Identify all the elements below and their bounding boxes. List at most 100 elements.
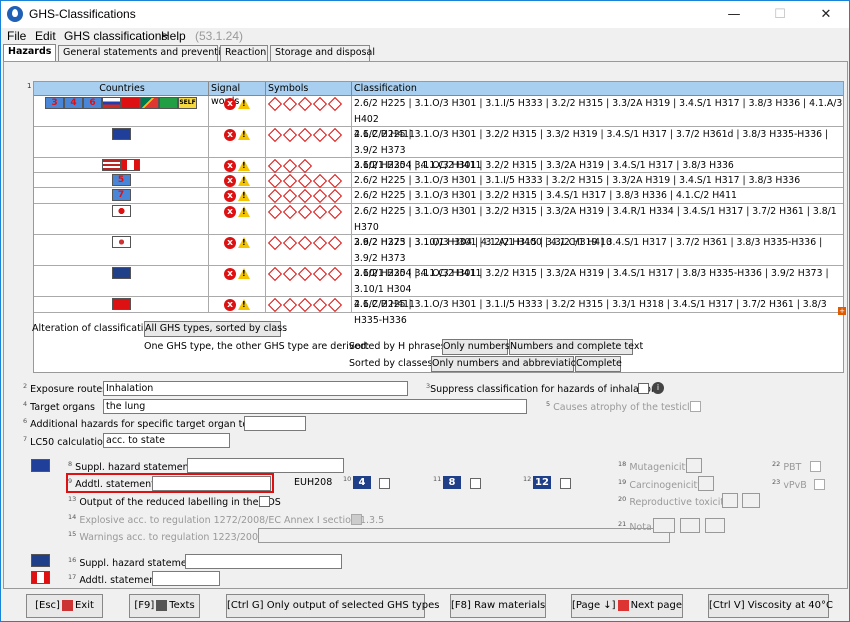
hazard-pictogram-icon	[282, 266, 298, 282]
texts-button[interactable]: [F9] Texts	[129, 594, 200, 618]
pbt-checkbox[interactable]	[810, 461, 821, 472]
numbers-abbreviations-button[interactable]: Only numbers and abbreviations	[431, 356, 587, 372]
table-row[interactable]: x 2.6/2 H225 | 3.1.O/3 H301 | 3.2/2 H315 …	[34, 204, 843, 248]
checkbox-10[interactable]	[379, 478, 390, 489]
ca-addtl-statements-input[interactable]	[152, 571, 220, 586]
suppl-hazard-input[interactable]	[187, 458, 344, 473]
signal-cell: x	[209, 204, 266, 234]
tab-reaction[interactable]: Reaction	[220, 45, 268, 61]
table-row[interactable]: x 2.6/2 H225 | 3.1.O/3 H301 | 3.2/2 H315 …	[34, 127, 843, 171]
hazard-pictogram-icon	[327, 235, 343, 251]
app-icon	[7, 6, 23, 22]
table-row[interactable]: 7 x 2.6/2 H225 | 3.1.O/3 H301 | 3.2/2 H315…	[34, 188, 843, 204]
tab-storage-disposal[interactable]: Storage and disposal	[270, 45, 375, 61]
atrophy-label: Causes atrophy of the testicles	[553, 402, 701, 414]
nota-input-a[interactable]	[653, 518, 675, 533]
sorted-classes-label: Sorted by classes	[349, 358, 433, 369]
suppress-inhalation-checkbox[interactable]	[638, 383, 649, 394]
hazard-pictogram-icon	[327, 188, 343, 204]
complete-button[interactable]: Complete	[575, 356, 622, 372]
lc50-input[interactable]: acc. to state	[103, 433, 230, 448]
raw-materials-button[interactable]: [F8] Raw materials	[450, 594, 546, 618]
warnings-input[interactable]	[258, 528, 670, 543]
all-ghs-types-button[interactable]: All GHS types, sorted by class	[144, 321, 287, 337]
only-numbers-button[interactable]: Only numbers	[442, 339, 510, 355]
addtl-statements-label: Addtl. statements	[75, 479, 160, 491]
symbols-cell	[266, 173, 352, 189]
menu-file[interactable]: File	[7, 29, 26, 43]
classification-cell: 2.6/2 H225 | 3.1.O/3 H301 | 3.2/2 H315 |…	[354, 237, 823, 279]
minimize-icon[interactable]: —	[711, 1, 757, 28]
country-flag-icon	[121, 159, 140, 171]
info-icon[interactable]: i	[652, 382, 664, 394]
hazard-pictogram-icon	[312, 235, 328, 251]
atrophy-checkbox[interactable]	[690, 401, 701, 412]
vpvb-label: vPvB	[783, 480, 807, 492]
hazard-pictogram-icon	[267, 96, 283, 112]
symbols-cell	[266, 266, 352, 296]
hazard-pictogram-icon	[282, 127, 298, 143]
warning-icon	[238, 268, 250, 279]
page-down-icon	[617, 599, 629, 611]
explosive-label: Explosive acc. to regulation 1272/2008/E…	[79, 515, 385, 527]
nota-input-b[interactable]	[680, 518, 700, 533]
window-title: GHS-Classifications	[29, 7, 136, 21]
explosive-checkbox[interactable]	[351, 514, 362, 525]
one-ghs-type-label: One GHS type, the other GHS type are der…	[144, 341, 370, 352]
menu-edit[interactable]: Edit	[35, 29, 56, 43]
danger-icon: x	[224, 98, 236, 110]
next-page-button[interactable]: [Page ↓] Next page	[571, 594, 683, 618]
addtl-statements-input[interactable]	[152, 476, 271, 491]
viscosity-button[interactable]: [Ctrl V] Viscosity at 40°C	[708, 594, 833, 618]
next-page-label: Next page	[630, 600, 683, 611]
reduced-labelling-label: Output of the reduced labelling in the S…	[79, 497, 281, 509]
reproductive-input-a[interactable]	[722, 493, 738, 508]
vpvb-checkbox[interactable]	[814, 479, 825, 490]
field-num-16: 16	[68, 556, 77, 564]
exit-button[interactable]: [Esc] Exit	[26, 594, 103, 618]
exposure-routes-label: Exposure routes	[30, 384, 108, 396]
table-row[interactable]: x 2.6/2 H225 | 3.1.O/3 H301 | 3.1.I/5 H33…	[34, 297, 843, 326]
page-key-label: [Page ↓]	[572, 600, 616, 611]
hazard-pictogram-icon	[282, 158, 298, 174]
field-num-5: 5	[546, 400, 551, 408]
nota-input-c[interactable]	[705, 518, 725, 533]
tab-general-statements[interactable]: General statements and prevention	[58, 45, 233, 61]
reproductive-input-b[interactable]	[742, 493, 760, 508]
table-row[interactable]: x 2.6/2 H225 | 3.1.O/3 H301 | 3.2/2 H315 …	[34, 158, 843, 174]
menu-help[interactable]: Help	[161, 29, 186, 43]
target-organs-input[interactable]: the lung	[103, 399, 527, 414]
flags-cell	[34, 158, 209, 172]
carcinogenicity-input[interactable]	[698, 476, 714, 491]
exposure-routes-input[interactable]: Inhalation	[103, 381, 408, 396]
checkbox-11[interactable]	[470, 478, 481, 489]
table-row[interactable]: x 2.6/2 H225 | 3.1.O/3 H301 | 3.2/2 H315 …	[34, 235, 843, 279]
texts-label: Texts	[169, 600, 195, 611]
country-flag-icon	[102, 97, 121, 109]
close-icon[interactable]: ✕	[803, 1, 849, 28]
pbt-label: PBT	[783, 462, 802, 474]
title-bar: GHS-Classifications — ☐ ✕	[1, 1, 849, 28]
table-row[interactable]: 346 SELF x 2.6/2 H225 | 3.1.O/3 H301 | 3.1.…	[34, 96, 843, 140]
hazard-pictogram-icon	[312, 297, 328, 313]
target-organs-label: Target organs	[30, 402, 95, 414]
country-flag-icon: 3	[45, 97, 64, 109]
tab-hazards[interactable]: Hazards	[3, 44, 56, 61]
numbers-complete-text-button[interactable]: Numbers and complete text	[509, 339, 643, 355]
mutagenicity-label: Mutagenicity	[629, 462, 691, 474]
header-countries: Countries	[34, 82, 209, 95]
hazard-pictogram-icon	[327, 297, 343, 313]
expand-icon[interactable]: +	[838, 307, 846, 315]
table-row[interactable]: 5 x 2.6/2 H225 | 3.1.O/3 H301 | 3.1.I/5 H3…	[34, 173, 843, 189]
reduced-labelling-checkbox[interactable]	[259, 496, 270, 507]
only-output-selected-button[interactable]: [Ctrl G] Only output of selected GHS typ…	[226, 594, 440, 618]
additional-hazards-input[interactable]	[244, 416, 306, 431]
maximize-icon[interactable]: ☐	[757, 1, 803, 28]
mutagenicity-input[interactable]	[686, 458, 702, 473]
country-flag-icon: SELF	[178, 97, 197, 109]
menu-ghs-classifications[interactable]: GHS classifications	[64, 29, 167, 43]
table-row[interactable]: x 2.6/2 H225 | 3.1.O/3 H301 | 3.2/2 H315 …	[34, 266, 843, 310]
checkbox-12[interactable]	[560, 478, 571, 489]
signal-cell: x	[209, 127, 266, 157]
au-suppl-hazard-input[interactable]	[185, 554, 342, 569]
